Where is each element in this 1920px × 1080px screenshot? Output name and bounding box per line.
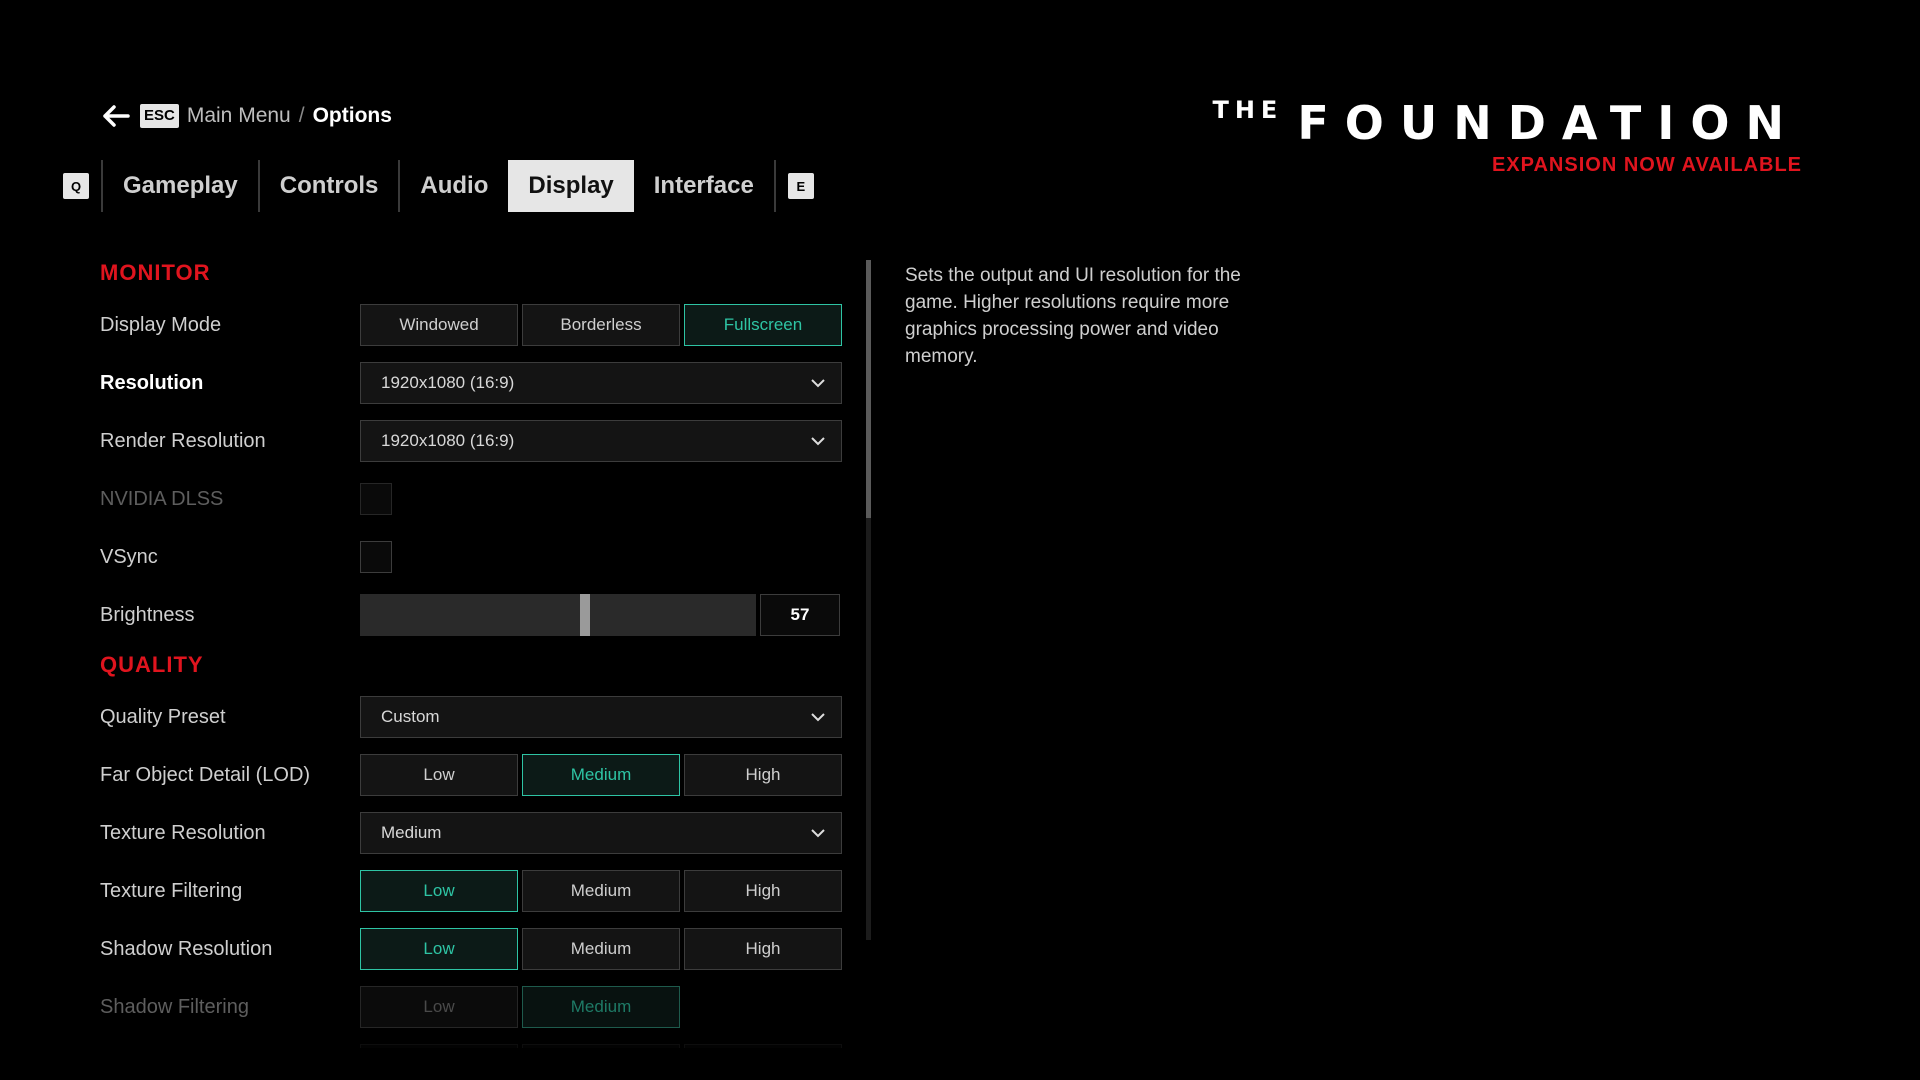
render-resolution-dropdown[interactable]: 1920x1080 (16:9) bbox=[360, 420, 842, 462]
dropdown-value: 1920x1080 (16:9) bbox=[381, 373, 515, 392]
slider-handle[interactable] bbox=[580, 594, 590, 636]
display-mode-fullscreen-button[interactable]: Fullscreen bbox=[684, 304, 842, 346]
setting-vsync: VSync bbox=[100, 536, 850, 578]
setting-label: VSync bbox=[100, 545, 158, 568]
chevron-down-icon bbox=[811, 826, 825, 840]
esc-key-hint[interactable]: ESC bbox=[140, 104, 179, 128]
setting-label: Brightness bbox=[100, 603, 195, 626]
breadcrumb-options: Options bbox=[312, 104, 392, 127]
shadow-filtering-low-button[interactable]: Low bbox=[360, 986, 518, 1028]
tab-controls[interactable]: Controls bbox=[260, 160, 399, 212]
chevron-down-icon bbox=[811, 710, 825, 724]
settings-list: MONITOR Display Mode Windowed Borderless… bbox=[100, 258, 850, 1048]
lod-low-button[interactable]: Low bbox=[360, 754, 518, 796]
setting-shadow-resolution: Shadow Resolution Low Medium High bbox=[100, 928, 850, 970]
breadcrumb-separator: / bbox=[298, 104, 305, 127]
settings-scrollbar[interactable] bbox=[866, 260, 871, 940]
setting-label: Render Resolution bbox=[100, 429, 266, 452]
setting-label: NVIDIA DLSS bbox=[100, 487, 224, 510]
setting-label: Texture Filtering bbox=[100, 879, 243, 902]
shadow-resolution-high-button[interactable]: High bbox=[684, 928, 842, 970]
logo-foundation: FOUNDATION bbox=[1297, 96, 1800, 150]
chevron-down-icon bbox=[811, 434, 825, 448]
resolution-dropdown[interactable]: 1920x1080 (16:9) bbox=[360, 362, 842, 404]
tab-gameplay[interactable]: Gameplay bbox=[103, 160, 258, 212]
shadow-filtering-medium-button[interactable]: Medium bbox=[522, 986, 680, 1028]
setting-resolution: Resolution 1920x1080 (16:9) bbox=[100, 362, 850, 404]
breadcrumb: ESC Main Menu / Options bbox=[100, 100, 392, 132]
lod-medium-button[interactable]: Medium bbox=[522, 754, 680, 796]
game-logo[interactable]: THE FOUNDATION EXPANSION NOW AVAILABLE bbox=[1212, 96, 1802, 177]
setting-display-mode: Display Mode Windowed Borderless Fullscr… bbox=[100, 304, 850, 346]
setting-description: Sets the output and UI resolution for th… bbox=[905, 265, 1241, 367]
prev-tab-key-hint[interactable]: Q bbox=[63, 173, 89, 199]
back-arrow-icon[interactable] bbox=[100, 100, 132, 132]
dropdown-value: Medium bbox=[381, 823, 442, 842]
next-tab-key-hint[interactable]: E bbox=[787, 173, 814, 199]
tab-audio[interactable]: Audio bbox=[400, 160, 508, 212]
dropdown-value: 1920x1080 (16:9) bbox=[381, 431, 515, 450]
setting-label: Shadow Filtering bbox=[100, 995, 249, 1018]
display-mode-borderless-button[interactable]: Borderless bbox=[522, 304, 680, 346]
setting-label: Texture Resolution bbox=[100, 821, 266, 844]
logo-title: THE FOUNDATION bbox=[1212, 96, 1800, 150]
vsync-checkbox[interactable] bbox=[360, 541, 392, 573]
setting-texture-filtering: Texture Filtering Low Medium High bbox=[100, 870, 850, 912]
partial-option-button[interactable] bbox=[360, 1044, 518, 1048]
setting-next-row-partial bbox=[100, 1044, 850, 1048]
setting-brightness: Brightness 57 bbox=[100, 594, 850, 636]
display-mode-windowed-button[interactable]: Windowed bbox=[360, 304, 518, 346]
setting-label: Quality Preset bbox=[100, 705, 226, 728]
setting-shadow-filtering: Shadow Filtering Low Medium bbox=[100, 986, 850, 1028]
setting-far-object-detail: Far Object Detail (LOD) Low Medium High bbox=[100, 754, 850, 796]
chevron-down-icon bbox=[811, 376, 825, 390]
setting-label: Display Mode bbox=[100, 313, 222, 336]
scrollbar-thumb[interactable] bbox=[866, 260, 871, 518]
tab-interface[interactable]: Interface bbox=[634, 160, 774, 212]
setting-render-resolution: Render Resolution 1920x1080 (16:9) bbox=[100, 420, 850, 462]
texture-filtering-low-button[interactable]: Low bbox=[360, 870, 518, 912]
setting-nvidia-dlss: NVIDIA DLSS bbox=[100, 478, 850, 520]
tab-display[interactable]: Display bbox=[508, 160, 634, 212]
options-tabs: Q Gameplay Controls Audio Display Interf… bbox=[63, 160, 814, 212]
shadow-resolution-medium-button[interactable]: Medium bbox=[522, 928, 680, 970]
section-title-quality: QUALITY bbox=[100, 652, 204, 677]
setting-label: Shadow Resolution bbox=[100, 937, 273, 960]
section-title-monitor: MONITOR bbox=[100, 260, 211, 285]
setting-label: Far Object Detail (LOD) bbox=[100, 763, 311, 786]
lod-high-button[interactable]: High bbox=[684, 754, 842, 796]
logo-the: THE bbox=[1212, 96, 1284, 124]
quality-preset-dropdown[interactable]: Custom bbox=[360, 696, 842, 738]
breadcrumb-main-menu[interactable]: Main Menu bbox=[187, 104, 291, 128]
brightness-slider[interactable] bbox=[360, 594, 756, 636]
nvidia-dlss-checkbox bbox=[360, 483, 392, 515]
brightness-value[interactable]: 57 bbox=[760, 594, 840, 636]
expansion-banner[interactable]: EXPANSION NOW AVAILABLE bbox=[1212, 154, 1802, 177]
shadow-resolution-low-button[interactable]: Low bbox=[360, 928, 518, 970]
dropdown-value: Custom bbox=[381, 707, 440, 726]
partial-option-button[interactable] bbox=[684, 1044, 842, 1048]
setting-label: Resolution bbox=[100, 371, 204, 394]
partial-option-button[interactable] bbox=[522, 1044, 680, 1048]
texture-filtering-medium-button[interactable]: Medium bbox=[522, 870, 680, 912]
tab-divider bbox=[773, 160, 776, 212]
texture-resolution-dropdown[interactable]: Medium bbox=[360, 812, 842, 854]
setting-texture-resolution: Texture Resolution Medium bbox=[100, 812, 850, 854]
texture-filtering-high-button[interactable]: High bbox=[684, 870, 842, 912]
setting-quality-preset: Quality Preset Custom bbox=[100, 696, 850, 738]
